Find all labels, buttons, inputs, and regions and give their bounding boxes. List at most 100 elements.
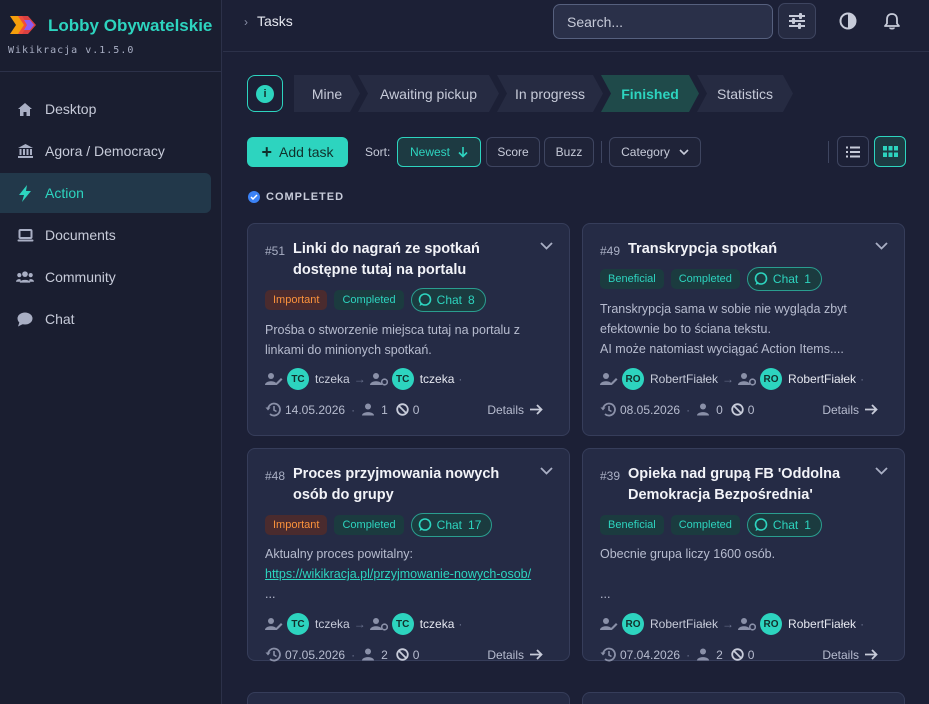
task-description: Aktualny proces powitalny: https://wikik… <box>265 544 553 604</box>
sidebar: Lobby Obywatelskie Wikikracja v.1.5.0 De… <box>0 0 222 704</box>
avatar[interactable]: RO <box>622 368 644 390</box>
list-icon <box>846 146 860 157</box>
user-gear-icon <box>738 373 757 386</box>
arrow-down-icon <box>458 146 468 158</box>
assignee-name[interactable]: RobertFiałek <box>788 617 856 631</box>
details-label: Details <box>822 402 859 417</box>
sidebar-item-action[interactable]: Action <box>0 173 211 213</box>
chevron-down-icon[interactable] <box>875 242 888 250</box>
assignee-name[interactable]: tczeka <box>420 372 455 386</box>
grid-icon <box>882 146 898 157</box>
category-label: Category <box>621 145 670 159</box>
assignee-name[interactable]: RobertFiałek <box>788 372 856 386</box>
list-view-button[interactable] <box>837 136 869 167</box>
check-circle-icon <box>248 191 260 203</box>
chat-count: 1 <box>804 518 811 532</box>
description-ellipsis: ... <box>600 587 611 601</box>
task-meta: 07.04.2026 · 2 0 Details <box>600 647 878 662</box>
avatar[interactable]: TC <box>391 368 414 390</box>
task-card[interactable]: #49 Transkrypcja spotkań Beneficial Comp… <box>582 223 905 436</box>
separator-dot: · <box>860 372 865 386</box>
chat-count: 8 <box>468 293 475 307</box>
tab-in-progress[interactable]: In progress <box>497 75 603 112</box>
avatar[interactable]: TC <box>391 613 414 635</box>
assignee-name[interactable]: tczeka <box>420 617 455 631</box>
task-title[interactable]: Proces przyjmowania nowych osób do grupy <box>293 464 533 506</box>
chat-button[interactable]: Chat 17 <box>410 513 493 537</box>
chat-bubble-icon <box>418 518 432 532</box>
task-title[interactable]: Transkrypcja spotkań <box>628 239 868 260</box>
task-people: RO RobertFiałek → RO RobertFiałek · <box>600 613 868 635</box>
chat-button[interactable]: Chat 1 <box>746 513 822 537</box>
avatar[interactable]: TC <box>287 368 309 390</box>
task-number: #51 <box>265 244 286 258</box>
user-edit-icon <box>600 618 618 630</box>
tab-finished[interactable]: Finished <box>601 75 699 112</box>
notifications-button[interactable] <box>873 3 911 39</box>
description-link[interactable]: https://wikikracja.pl/przyjmowanie-nowyc… <box>265 567 531 581</box>
theme-toggle-button[interactable] <box>829 3 867 39</box>
sort-buzz-button[interactable]: Buzz <box>544 137 594 167</box>
details-link[interactable]: Details <box>487 648 543 662</box>
details-label: Details <box>487 647 524 662</box>
grid-view-button[interactable] <box>874 136 906 167</box>
task-title[interactable]: Opieka nad grupą FB 'Oddolna Demokracja … <box>628 464 868 506</box>
task-card-partial[interactable] <box>247 692 570 704</box>
brand[interactable]: Lobby Obywatelskie Wikikracja v.1.5.0 <box>0 0 222 72</box>
arrow-right-icon: → <box>722 617 735 631</box>
details-link[interactable]: Details <box>487 403 543 417</box>
task-tags: Beneficial Completed Chat 1 <box>600 267 829 291</box>
add-task-label: Add task <box>279 144 334 160</box>
info-button[interactable]: i <box>247 75 283 112</box>
task-title[interactable]: Linki do nagrań ze spotkań dostępne tuta… <box>293 239 533 281</box>
sort-newest-label: Newest <box>409 145 450 159</box>
chevron-down-icon[interactable] <box>540 242 553 250</box>
task-card[interactable]: #39 Opieka nad grupą FB 'Oddolna Demokra… <box>582 448 905 662</box>
details-link[interactable]: Details <box>822 403 878 417</box>
creator-name[interactable]: RobertFiałek <box>650 617 718 631</box>
avatar[interactable]: RO <box>760 613 783 635</box>
task-meta: 07.05.2026 · 2 0 Details <box>265 647 543 662</box>
details-link[interactable]: Details <box>822 648 878 662</box>
tab-mine[interactable]: Mine <box>294 75 360 112</box>
institution-icon <box>16 142 34 160</box>
category-dropdown[interactable]: Category <box>609 137 701 167</box>
filter-button[interactable] <box>778 3 816 39</box>
chevron-down-icon[interactable] <box>875 467 888 475</box>
add-task-button[interactable]: + Add task <box>247 137 348 167</box>
creator-name[interactable]: tczeka <box>315 617 350 631</box>
votes-count: 2 <box>716 647 723 662</box>
search-input[interactable] <box>553 4 773 39</box>
votes-count: 0 <box>716 402 723 417</box>
laptop-icon <box>16 226 34 244</box>
task-number: #39 <box>600 469 621 483</box>
sidebar-item-agora[interactable]: Agora / Democracy <box>0 131 211 171</box>
tag-completed: Completed <box>670 269 740 289</box>
chat-button[interactable]: Chat 8 <box>410 288 486 312</box>
tab-awaiting-pickup[interactable]: Awaiting pickup <box>358 75 499 112</box>
task-description: Prośba o stworzenie miejsca tutaj na por… <box>265 320 553 360</box>
sidebar-item-documents[interactable]: Documents <box>0 215 211 255</box>
sort-score-button[interactable]: Score <box>486 137 540 167</box>
chat-button[interactable]: Chat 1 <box>746 267 822 291</box>
task-card[interactable]: #51 Linki do nagrań ze spotkań dostępne … <box>247 223 570 436</box>
section-title: COMPLETED <box>266 191 345 203</box>
task-card-partial[interactable] <box>582 692 905 704</box>
avatar[interactable]: RO <box>760 368 783 390</box>
creator-name[interactable]: tczeka <box>315 372 350 386</box>
home-icon <box>16 100 34 118</box>
creator-name[interactable]: RobertFiałek <box>650 372 718 386</box>
tab-statistics[interactable]: Statistics <box>697 75 793 112</box>
task-card[interactable]: #48 Proces przyjmowania nowych osób do g… <box>247 448 570 662</box>
sidebar-item-desktop[interactable]: Desktop <box>0 89 211 129</box>
sidebar-item-community[interactable]: Community <box>0 257 211 297</box>
sort-newest-button[interactable]: Newest <box>397 137 481 167</box>
sidebar-item-chat[interactable]: Chat <box>0 299 211 339</box>
history-icon <box>600 402 616 417</box>
breadcrumb[interactable]: Tasks <box>257 13 293 29</box>
chat-label: Chat <box>772 272 799 286</box>
avatar[interactable]: RO <box>622 613 644 635</box>
avatar[interactable]: TC <box>287 613 309 635</box>
user-check-icon <box>361 648 377 661</box>
chevron-down-icon[interactable] <box>540 467 553 475</box>
